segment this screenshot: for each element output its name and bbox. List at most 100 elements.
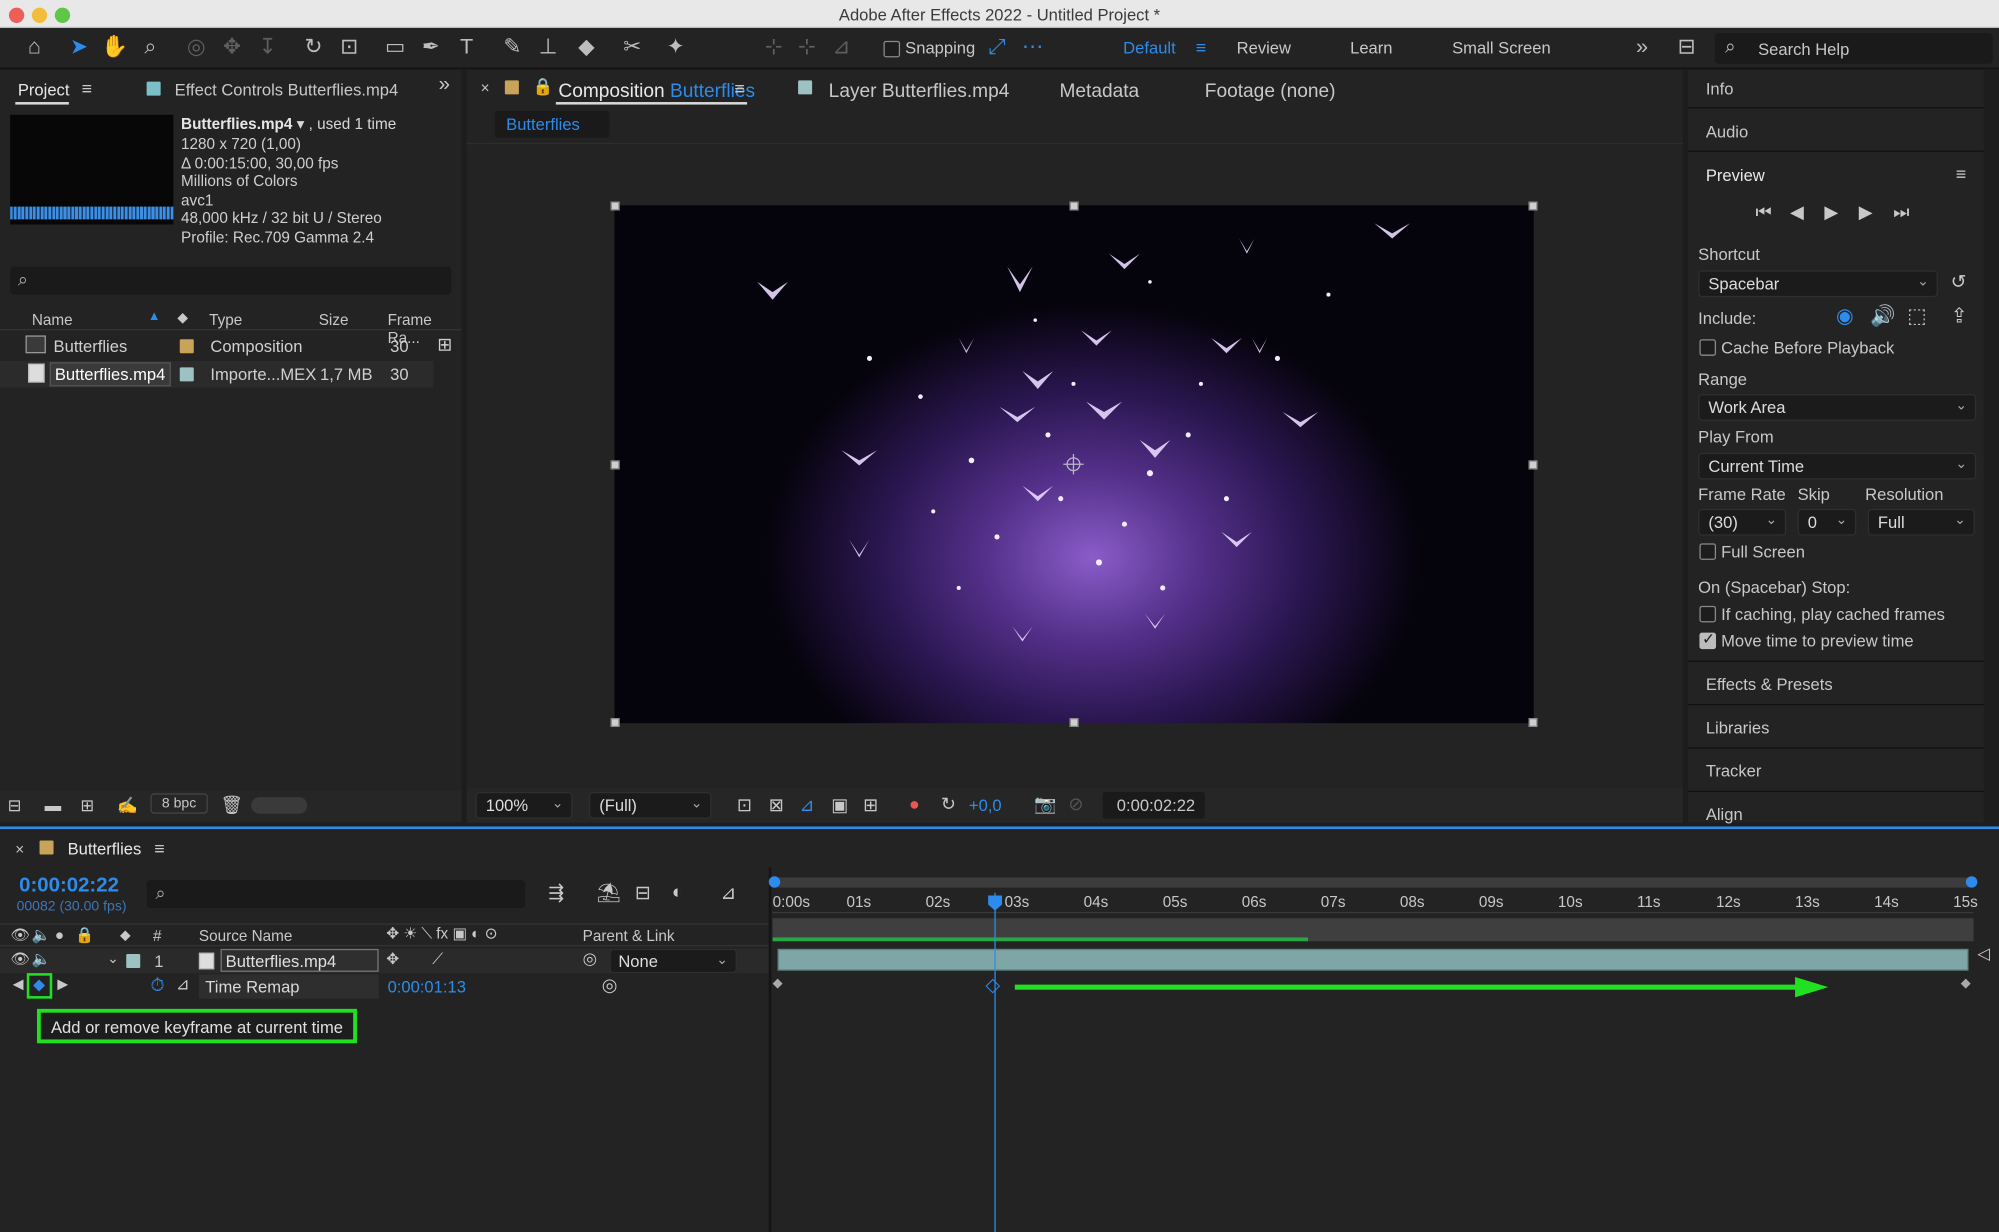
quality-switch-icon[interactable]: ⟋ — [432, 950, 443, 969]
parent-dropdown[interactable]: None ⌄ — [609, 948, 737, 974]
project-row[interactable]: Butterflies Composition 30 ⊞ — [0, 333, 462, 360]
solo-icon[interactable]: ● — [55, 926, 64, 944]
column-parent-link[interactable]: Parent & Link — [583, 927, 675, 945]
workspace-small-screen[interactable]: Small Screen — [1452, 38, 1551, 57]
rotate-icon[interactable]: ↻ — [301, 34, 326, 60]
tab-timeline-butterflies[interactable]: Butterflies — [68, 839, 142, 858]
workspace-layout-icon[interactable]: ⊟ — [1674, 34, 1699, 60]
mask-visibility-icon[interactable]: ▣ — [831, 795, 848, 817]
tab-composition[interactable]: Composition Butterflies — [558, 80, 755, 102]
exposure-value[interactable]: +0,0 — [969, 796, 1002, 815]
lock-icon[interactable]: 🔒 — [75, 926, 94, 944]
grid-guides-icon[interactable]: ⊞ — [863, 795, 878, 817]
layer-handle[interactable] — [1528, 460, 1538, 470]
new-composition-icon[interactable]: ⊞ — [80, 796, 94, 816]
region-of-interest-icon[interactable]: ⊿ — [799, 795, 814, 817]
next-frame-icon[interactable]: ▶ — [1859, 202, 1873, 224]
lock-icon[interactable]: 🔒 — [533, 77, 554, 97]
layer-row[interactable]: 👁 🔈 ⌄ 1 Butterflies.mp4 ✥ ⟋ ◎ None ⌄ — [0, 948, 769, 974]
work-area-bar[interactable] — [772, 918, 1974, 942]
brush-icon[interactable]: ✎ — [500, 34, 525, 60]
keyframe-start[interactable]: ◆ — [773, 977, 783, 991]
tab-metadata[interactable]: Metadata — [1059, 80, 1139, 102]
tracker-panel-header[interactable]: Tracker — [1706, 761, 1762, 780]
workspace-review[interactable]: Review — [1237, 38, 1291, 57]
tab-footage[interactable]: Footage (none) — [1205, 80, 1336, 102]
resolution-dropdown[interactable]: (Full) ⌄ — [589, 792, 712, 819]
workspace-learn[interactable]: Learn — [1350, 38, 1392, 57]
layer-handle[interactable] — [1069, 718, 1079, 727]
close-tab-icon[interactable]: × — [15, 840, 24, 858]
snap-edges-icon[interactable]: ⤢ — [984, 34, 1009, 60]
cache-before-playback-checkbox[interactable] — [1699, 339, 1717, 356]
zoom-icon[interactable]: ⌕ — [138, 34, 163, 60]
time-graph[interactable]: 0:00s 01s 02s 03s 04s 05s 06s 07s 08s 09… — [768, 867, 1999, 1232]
transparency-grid-icon[interactable]: ⊠ — [769, 795, 784, 817]
local-axis-icon[interactable]: ⊹ — [761, 34, 786, 60]
eraser-icon[interactable]: ◆ — [574, 34, 599, 60]
pan-icon[interactable]: ✥ — [219, 34, 244, 60]
first-frame-icon[interactable]: ⏮ — [1756, 202, 1772, 224]
graph-editor-icon[interactable]: ⊿ — [720, 881, 736, 905]
pan-behind-icon[interactable]: ⊡ — [337, 34, 362, 60]
audio-toggle-icon[interactable]: 🔈 — [32, 950, 51, 968]
move-time-checkbox[interactable] — [1699, 630, 1717, 650]
play-icon[interactable]: ▶ — [1824, 202, 1838, 224]
search-help-box[interactable]: ⌕ Search Help — [1714, 33, 1993, 64]
playhead-line[interactable] — [994, 892, 996, 1232]
reset-exposure-icon[interactable]: ↻ — [941, 793, 956, 815]
orbit-icon[interactable]: ◎ — [184, 34, 209, 60]
stopwatch-icon[interactable]: ⏱ — [150, 974, 164, 996]
column-source-name[interactable]: Source Name — [199, 927, 293, 945]
puppet-pin-icon[interactable]: ✦ — [663, 34, 688, 60]
frame-rate-dropdown[interactable]: (30) ⌄ — [1698, 508, 1787, 536]
sort-ascending-icon[interactable]: ▲ — [148, 310, 161, 324]
libraries-panel-header[interactable]: Libraries — [1706, 718, 1770, 737]
clone-stamp-icon[interactable]: ⊥ — [535, 34, 560, 60]
tab-effect-controls[interactable]: Effect Controls Butterflies.mp4 — [175, 80, 399, 99]
tab-project[interactable]: Project — [18, 80, 70, 99]
audio-panel-header[interactable]: Audio — [1706, 122, 1748, 141]
bit-depth-button[interactable]: 8 bpc — [150, 793, 208, 814]
timeline-search-input[interactable]: ⌕ — [146, 880, 526, 909]
resolution-dropdown[interactable]: Full ⌄ — [1867, 508, 1975, 536]
navigator-end-handle[interactable] — [1965, 876, 1978, 888]
world-axis-icon[interactable]: ⊹ — [794, 34, 819, 60]
fast-previews-icon[interactable]: ⊡ — [737, 795, 752, 817]
new-folder-icon[interactable]: ▬ — [45, 796, 62, 815]
snapping-checkbox[interactable] — [883, 40, 901, 58]
project-search-input[interactable]: ⌕ — [10, 266, 452, 295]
label-tag-icon[interactable]: ⬥ — [177, 309, 188, 328]
magnification-dropdown[interactable]: 100% ⌄ — [475, 792, 573, 819]
if-caching-checkbox[interactable] — [1699, 605, 1717, 623]
comp-end-icon[interactable]: ◁ — [1977, 944, 1990, 964]
align-panel-header[interactable]: Align — [1706, 805, 1743, 824]
effects-presets-panel-header[interactable]: Effects & Presets — [1706, 675, 1833, 694]
view-axis-icon[interactable]: ⊿ — [829, 34, 854, 60]
panel-menu-icon[interactable]: ≡ — [82, 78, 92, 98]
composition-breadcrumb[interactable]: Butterflies — [494, 110, 610, 138]
layer-handle[interactable] — [610, 460, 620, 470]
shortcut-dropdown[interactable]: Spacebar ⌄ — [1698, 270, 1938, 298]
current-time-field[interactable]: 0:00:02:22 — [1102, 792, 1205, 819]
last-frame-icon[interactable]: ⏭ — [1893, 202, 1909, 224]
navigator-bar[interactable] — [768, 876, 1978, 888]
project-row[interactable]: Butterflies.mp4 Importe...MEX 1,7 MB 30 — [0, 360, 434, 388]
layer-handle[interactable] — [1069, 201, 1079, 211]
include-overlays-icon[interactable]: ⬚ — [1907, 304, 1926, 330]
info-panel-header[interactable]: Info — [1706, 79, 1734, 98]
range-dropdown[interactable]: Work Area ⌄ — [1698, 394, 1977, 421]
keyframe-end[interactable]: ◆ — [1961, 977, 1971, 991]
layer-duration-bar[interactable] — [777, 948, 1969, 971]
previous-frame-icon[interactable]: ◀ — [1790, 202, 1804, 224]
graph-icon[interactable]: ⊿ — [176, 974, 190, 994]
tab-layer[interactable]: Layer Butterflies.mp4 — [829, 80, 1010, 102]
dropdown-caret-icon[interactable]: ▾ — [297, 115, 305, 133]
show-snapshot-icon[interactable]: ⊘ — [1068, 793, 1083, 815]
column-type[interactable]: Type — [209, 311, 242, 329]
rectangle-icon[interactable]: ▭ — [382, 34, 407, 60]
thumbnail-size-slider[interactable] — [251, 797, 308, 814]
more-panels-icon[interactable]: » — [439, 74, 450, 97]
panel-menu-icon[interactable]: ≡ — [154, 838, 164, 858]
previous-keyframe-icon[interactable]: ◀ — [13, 976, 24, 992]
